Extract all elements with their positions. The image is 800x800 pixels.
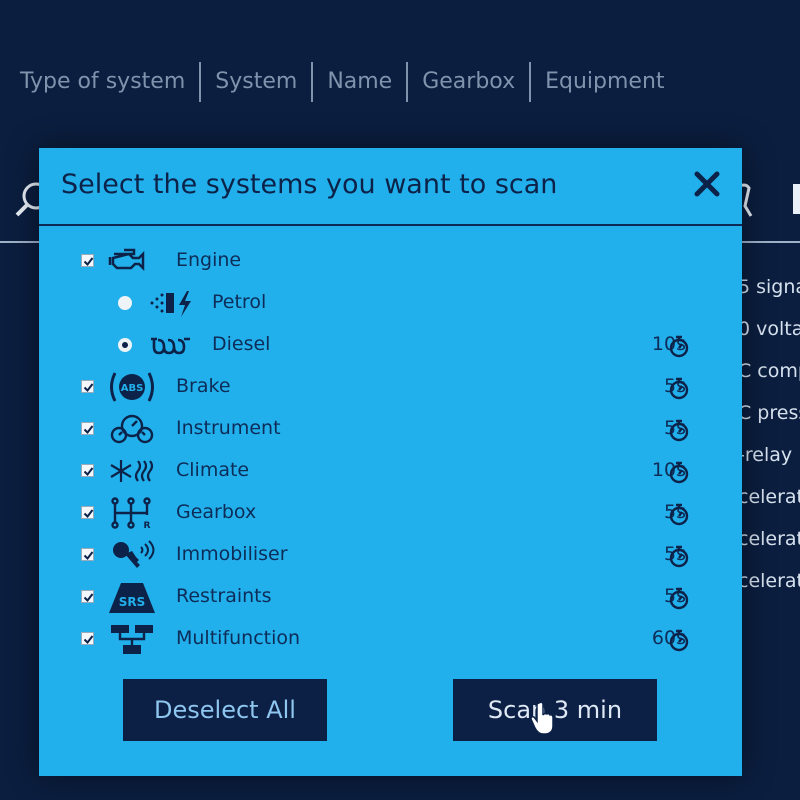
background-list-item: celerat — [738, 528, 800, 550]
stopwatch-icon — [668, 502, 690, 526]
system-row-multifunction[interactable]: Multifunction 60s — [39, 619, 742, 659]
glow-plug-icon — [149, 327, 199, 363]
brake-checkbox[interactable] — [81, 380, 94, 393]
dialog-header: Select the systems you want to scan — [39, 148, 742, 226]
srs-text: SRS — [119, 595, 146, 609]
hand-cursor-icon — [530, 700, 557, 738]
system-row-restraints[interactable]: SRS Restraints 5s — [39, 577, 742, 617]
multifunction-checkbox[interactable] — [81, 632, 94, 645]
background-list-item: celerat — [738, 570, 800, 592]
gearbox-icon: R — [107, 495, 157, 531]
srs-icon: SRS — [107, 579, 157, 615]
multifunction-icon — [107, 621, 157, 657]
system-label: Multifunction — [176, 627, 301, 649]
instrument-checkbox[interactable] — [81, 422, 94, 435]
system-label: Diesel — [212, 333, 271, 355]
system-label: Brake — [176, 375, 231, 397]
system-row-gearbox[interactable]: R Gearbox 5s — [39, 493, 742, 533]
stopwatch-icon — [668, 334, 690, 358]
column-tabs: Type of system System Name Gearbox Equip… — [20, 62, 679, 102]
background-list-item: C comp — [738, 360, 800, 382]
petrol-injection-icon — [149, 285, 199, 321]
stopwatch-icon — [668, 418, 690, 442]
system-label: Climate — [176, 459, 250, 481]
restraints-checkbox[interactable] — [81, 590, 94, 603]
background-list-item: 5 signa — [738, 276, 800, 298]
stopwatch-icon — [668, 460, 690, 484]
stopwatch-icon — [668, 628, 690, 652]
petrol-radio[interactable] — [118, 296, 132, 310]
background-list-item: C press — [738, 402, 800, 424]
engine-icon — [107, 243, 157, 279]
tab-equipment[interactable]: Equipment — [531, 62, 678, 102]
toolbar-icons[interactable] — [735, 178, 800, 227]
system-row-instrument[interactable]: Instrument 5s — [39, 409, 742, 449]
immobiliser-key-icon — [107, 537, 157, 573]
system-label: Petrol — [212, 291, 267, 313]
system-label: Gearbox — [176, 501, 257, 523]
abs-icon: ABS — [107, 369, 157, 405]
instrument-cluster-icon — [107, 411, 157, 447]
system-row-petrol[interactable]: Petrol — [39, 283, 742, 323]
system-label: Engine — [176, 249, 242, 271]
diesel-radio[interactable] — [118, 338, 132, 352]
background-list-item: 0 voltag — [738, 318, 800, 340]
system-label: Restraints — [176, 585, 272, 607]
stopwatch-icon — [668, 544, 690, 568]
close-icon[interactable] — [691, 168, 723, 200]
deselect-all-button[interactable]: Deselect All — [123, 679, 327, 741]
tab-gearbox[interactable]: Gearbox — [408, 62, 529, 102]
background-list-item: -relay — [738, 444, 793, 466]
system-label: Immobiliser — [176, 543, 288, 565]
system-row-brake[interactable]: ABS Brake 5s — [39, 367, 742, 407]
system-row-engine[interactable]: Engine — [39, 241, 742, 281]
immobiliser-checkbox[interactable] — [81, 548, 94, 561]
dialog-title: Select the systems you want to scan — [61, 169, 558, 200]
background-list-item: celerat — [738, 486, 800, 508]
tab-type-of-system[interactable]: Type of system — [20, 62, 199, 102]
gearbox-checkbox[interactable] — [81, 506, 94, 519]
system-row-diesel[interactable]: Diesel 10s — [39, 325, 742, 365]
system-label: Instrument — [176, 417, 281, 439]
tab-system[interactable]: System — [201, 62, 311, 102]
abs-text: ABS — [121, 383, 144, 394]
gearbox-r-text: R — [144, 521, 151, 531]
climate-icon — [107, 453, 157, 489]
engine-checkbox[interactable] — [81, 254, 94, 267]
stopwatch-icon — [668, 376, 690, 400]
system-row-immobiliser[interactable]: Immobiliser 5s — [39, 535, 742, 575]
scan-systems-dialog: Select the systems you want to scan Engi… — [39, 148, 742, 776]
climate-checkbox[interactable] — [81, 464, 94, 477]
stopwatch-icon — [668, 586, 690, 610]
system-row-climate[interactable]: Climate 10s — [39, 451, 742, 491]
tab-name[interactable]: Name — [313, 62, 406, 102]
